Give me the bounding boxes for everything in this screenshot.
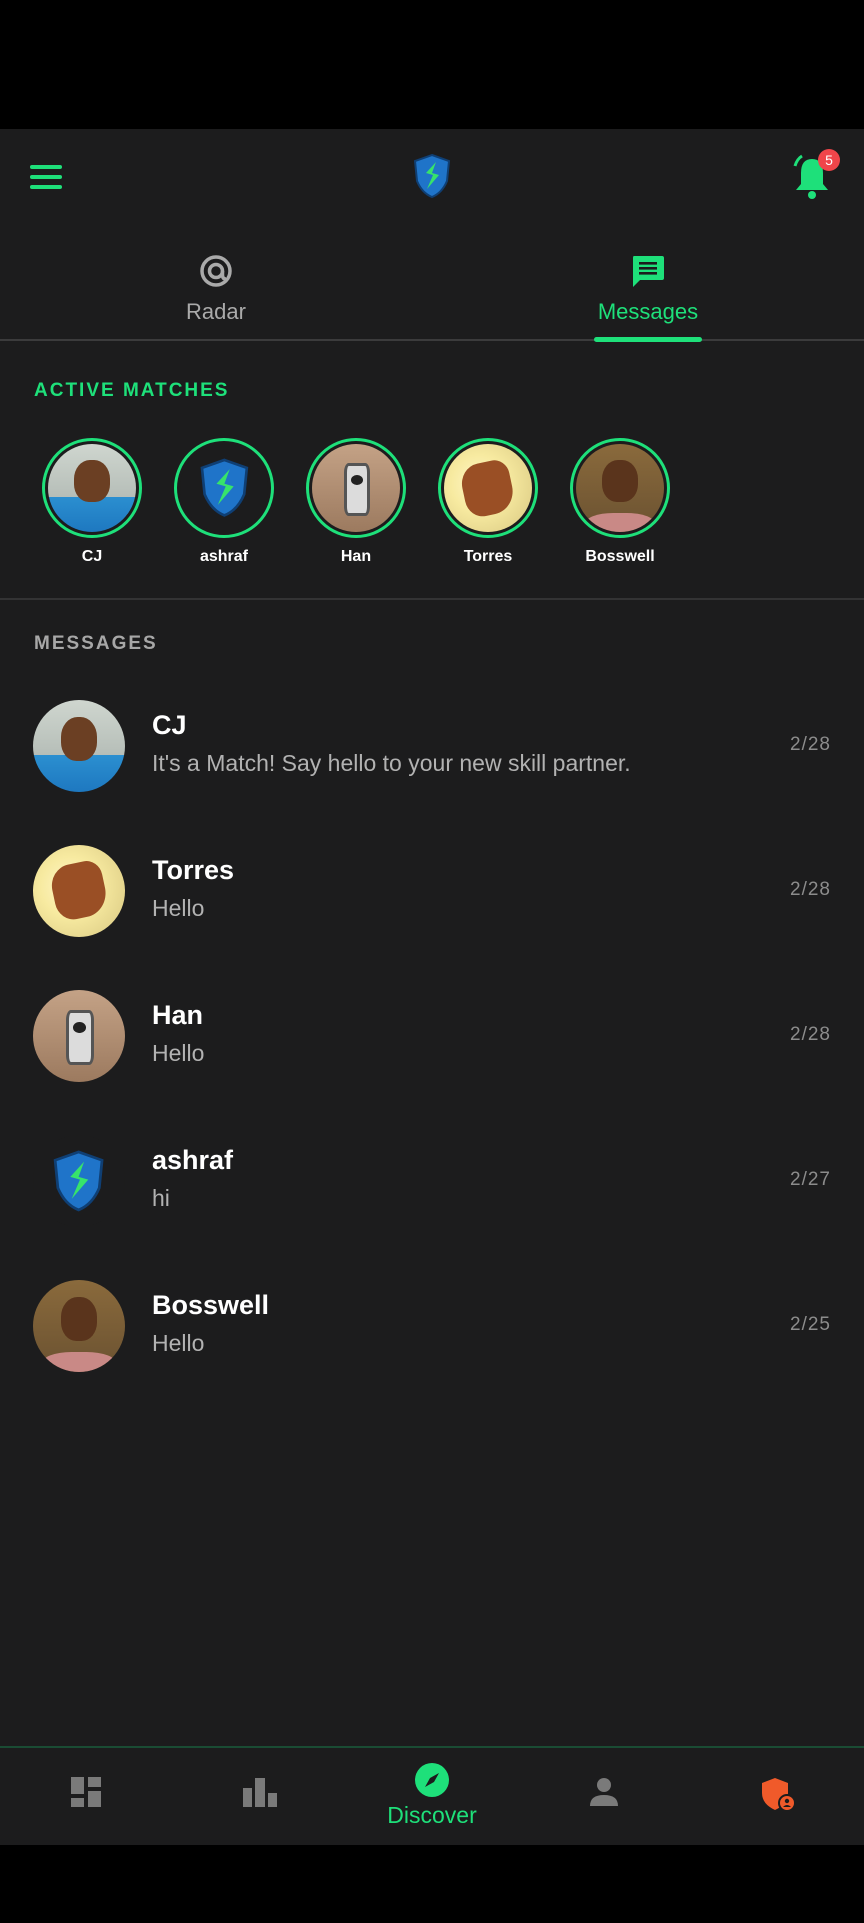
- nav-profile[interactable]: [518, 1748, 690, 1845]
- hamburger-menu-icon[interactable]: [30, 165, 62, 191]
- conversation-name: ashraf: [152, 1145, 234, 1175]
- match-avatar-ring: [438, 438, 538, 538]
- tab-radar-label: Radar: [186, 299, 246, 324]
- conversation-row[interactable]: Bosswell Hello 2/25: [0, 1280, 864, 1410]
- conversation-name: Bosswell: [152, 1290, 270, 1320]
- status-bar: [0, 0, 864, 129]
- conversation-preview: It's a Match! Say hello to your new skil…: [152, 750, 631, 776]
- match-name: Han: [340, 548, 372, 565]
- conversation-row[interactable]: Han Hello 2/28: [0, 990, 864, 1120]
- notification-badge: 5: [818, 149, 840, 171]
- system-navigation-bar: [0, 1845, 864, 1923]
- leaderboard-icon: [243, 1778, 277, 1807]
- conversation-date: 2/28: [790, 1024, 831, 1045]
- conversation-preview: Hello: [152, 1040, 205, 1066]
- match-avatar-ring: [306, 438, 406, 538]
- conversation-row[interactable]: ashraf hi 2/27: [0, 1135, 864, 1265]
- avatar: [33, 1135, 125, 1227]
- active-matches-title: ACTIVE MATCHES: [34, 380, 230, 401]
- tab-bar: Radar Messages: [0, 239, 864, 341]
- shield-bolt-logo-icon: [200, 458, 248, 518]
- app-screen: 5 Radar Messages ACTIVE MATCHES CJ ashra…: [0, 129, 864, 1845]
- shield-bolt-logo-icon: [54, 1150, 104, 1212]
- active-matches-row: CJ ashraf Han Torres Bosswell: [0, 438, 864, 578]
- dashboard-icon: [71, 1777, 101, 1807]
- match-avatar-ring: [42, 438, 142, 538]
- avatar: [33, 990, 125, 1082]
- conversation-preview: Hello: [152, 895, 205, 921]
- conversation-date: 2/28: [790, 879, 831, 900]
- conversation-preview: Hello: [152, 1330, 205, 1356]
- conversation-row[interactable]: CJ It's a Match! Say hello to your new s…: [0, 700, 864, 830]
- tab-messages[interactable]: Messages: [432, 239, 864, 339]
- match-name: ashraf: [199, 548, 249, 565]
- active-match-item[interactable]: CJ: [26, 438, 158, 566]
- active-tab-indicator: [594, 337, 702, 342]
- tab-messages-label: Messages: [597, 299, 699, 324]
- avatar: [576, 444, 664, 532]
- conversation-date: 2/25: [790, 1314, 831, 1335]
- nav-leaderboard[interactable]: [172, 1748, 344, 1845]
- avatar: [48, 444, 136, 532]
- avatar: [33, 845, 125, 937]
- messages-title: MESSAGES: [34, 633, 158, 654]
- nav-security[interactable]: [690, 1748, 862, 1845]
- conversation-name: CJ: [152, 710, 187, 740]
- bottom-navigation: Discover: [0, 1746, 864, 1845]
- top-header: 5: [0, 129, 864, 221]
- nav-dashboard[interactable]: [0, 1748, 172, 1845]
- conversation-name: Han: [152, 1000, 204, 1030]
- conversation-preview: hi: [152, 1185, 170, 1211]
- avatar: [444, 444, 532, 532]
- shield-user-icon: [762, 1778, 796, 1812]
- compass-icon: [415, 1763, 449, 1797]
- match-avatar-ring: [174, 438, 274, 538]
- match-avatar-ring: [570, 438, 670, 538]
- nav-discover-label: Discover: [387, 1802, 477, 1828]
- shield-bolt-logo-icon: [413, 153, 451, 199]
- match-name: Torres: [463, 548, 513, 565]
- person-icon: [590, 1778, 618, 1806]
- match-name: Bosswell: [585, 548, 655, 565]
- conversation-date: 2/27: [790, 1169, 831, 1190]
- active-match-item[interactable]: Han: [290, 438, 422, 566]
- conversation-row[interactable]: Torres Hello 2/28: [0, 845, 864, 975]
- avatar: [312, 444, 400, 532]
- active-match-item[interactable]: Bosswell: [554, 438, 686, 566]
- match-name: CJ: [81, 548, 103, 565]
- avatar: [180, 444, 268, 532]
- conversation-date: 2/28: [790, 734, 831, 755]
- avatar: [33, 1280, 125, 1372]
- active-match-item[interactable]: ashraf: [158, 438, 290, 566]
- active-match-item[interactable]: Torres: [422, 438, 554, 566]
- nav-discover[interactable]: Discover: [346, 1748, 518, 1845]
- tab-radar[interactable]: Radar: [0, 239, 432, 339]
- radar-icon: [200, 255, 232, 287]
- avatar: [33, 700, 125, 792]
- section-divider: [0, 598, 864, 600]
- chat-icon: [633, 256, 664, 287]
- conversation-name: Torres: [152, 855, 235, 885]
